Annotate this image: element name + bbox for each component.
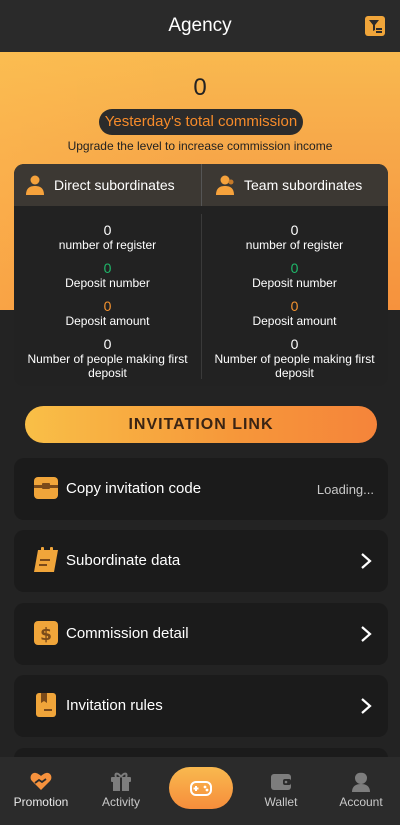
stat-label: Number of people making first deposit <box>27 352 188 380</box>
invitation-code-status: Loading... <box>316 482 374 497</box>
stat-value: 0 <box>103 260 112 276</box>
gift-icon <box>111 772 131 791</box>
direct-first-deposit-stat: 0 Number of people making first deposit <box>14 336 201 380</box>
chevron-right-icon <box>361 698 372 714</box>
nav-label: Wallet <box>264 795 298 809</box>
gift-box-icon <box>34 477 58 499</box>
direct-deposit-number-stat: 0 Deposit number <box>14 260 201 298</box>
avatar-icon <box>352 771 370 792</box>
nav-label: Account <box>339 795 383 809</box>
menu-label: Commission detail <box>66 625 189 642</box>
commission-label-pill: Yesterday's total commission <box>99 109 303 135</box>
stat-label: Number of people making first deposit <box>214 352 375 380</box>
user-icon <box>26 175 44 195</box>
chevron-right-icon <box>361 626 372 642</box>
team-stats-column: 0 number of register 0 Deposit number 0 … <box>201 222 388 380</box>
menu-label: Invitation rules <box>66 697 163 714</box>
team-icon <box>216 175 234 195</box>
nav-label: Activity <box>101 795 140 809</box>
direct-stats-column: 0 number of register 0 Deposit number 0 … <box>14 222 201 380</box>
team-deposit-number-stat: 0 Deposit number <box>201 260 388 298</box>
direct-register-stat: 0 number of register <box>14 222 201 260</box>
stat-value: 0 <box>290 222 299 238</box>
team-deposit-amount-stat: 0 Deposit amount <box>201 298 388 336</box>
book-icon <box>36 693 56 717</box>
wallet-icon <box>271 774 291 790</box>
nav-account[interactable]: Account <box>321 757 400 825</box>
copy-invitation-code-row[interactable]: Copy invitation code Loading... <box>14 458 388 520</box>
commission-detail-row[interactable]: $ Commission detail <box>14 603 388 665</box>
nav-label: Promotion <box>13 795 69 809</box>
subordinate-data-row[interactable]: Subordinate data <box>14 530 388 592</box>
upgrade-hint: Upgrade the level to increase commission… <box>67 139 333 153</box>
team-register-stat: 0 number of register <box>201 222 388 260</box>
calendar-icon <box>34 547 58 572</box>
team-first-deposit-stat: 0 Number of people making first deposit <box>201 336 388 380</box>
dollar-icon: $ <box>34 621 58 645</box>
team-subordinates-title: Team subordinates <box>244 177 363 193</box>
stat-value: 0 <box>290 336 299 352</box>
stat-label: Deposit amount <box>252 314 337 328</box>
svg-text:$: $ <box>40 625 52 645</box>
menu-label: Subordinate data <box>66 552 181 569</box>
page-title: Agency <box>168 15 232 36</box>
stat-label: number of register <box>58 238 157 252</box>
invitation-rules-row[interactable]: Invitation rules <box>14 675 388 737</box>
menu-label: Copy invitation code <box>66 480 202 497</box>
stat-label: Deposit number <box>65 276 150 290</box>
gamepad-icon <box>190 781 212 796</box>
invitation-link-button[interactable]: INVITATION LINK <box>25 406 377 443</box>
direct-deposit-amount-stat: 0 Deposit amount <box>14 298 201 336</box>
filter-icon[interactable] <box>364 15 386 37</box>
nav-activity[interactable]: Activity <box>81 757 161 825</box>
chevron-right-icon <box>361 553 372 569</box>
stat-value: 0 <box>103 222 112 238</box>
nav-game-button[interactable] <box>169 767 233 809</box>
subordinates-stats-card: Direct subordinates Team subordinates 0 … <box>14 164 388 386</box>
stat-value: 0 <box>103 298 112 314</box>
stat-value: 0 <box>290 298 299 314</box>
direct-subordinates-title: Direct subordinates <box>54 177 175 193</box>
nav-wallet[interactable]: Wallet <box>241 757 321 825</box>
total-commission-value: 0 <box>193 74 207 101</box>
nav-promotion[interactable]: Promotion <box>1 757 81 825</box>
stat-label: Deposit number <box>252 276 337 290</box>
team-subordinates-tab[interactable]: Team subordinates <box>214 164 362 206</box>
top-bar: Agency <box>0 0 400 52</box>
direct-subordinates-tab[interactable]: Direct subordinates <box>24 164 175 206</box>
stat-label: Deposit amount <box>65 314 150 328</box>
stat-value: 0 <box>103 336 112 352</box>
stat-label: number of register <box>245 238 344 252</box>
stat-value: 0 <box>290 260 299 276</box>
heart-hand-icon <box>30 772 52 790</box>
